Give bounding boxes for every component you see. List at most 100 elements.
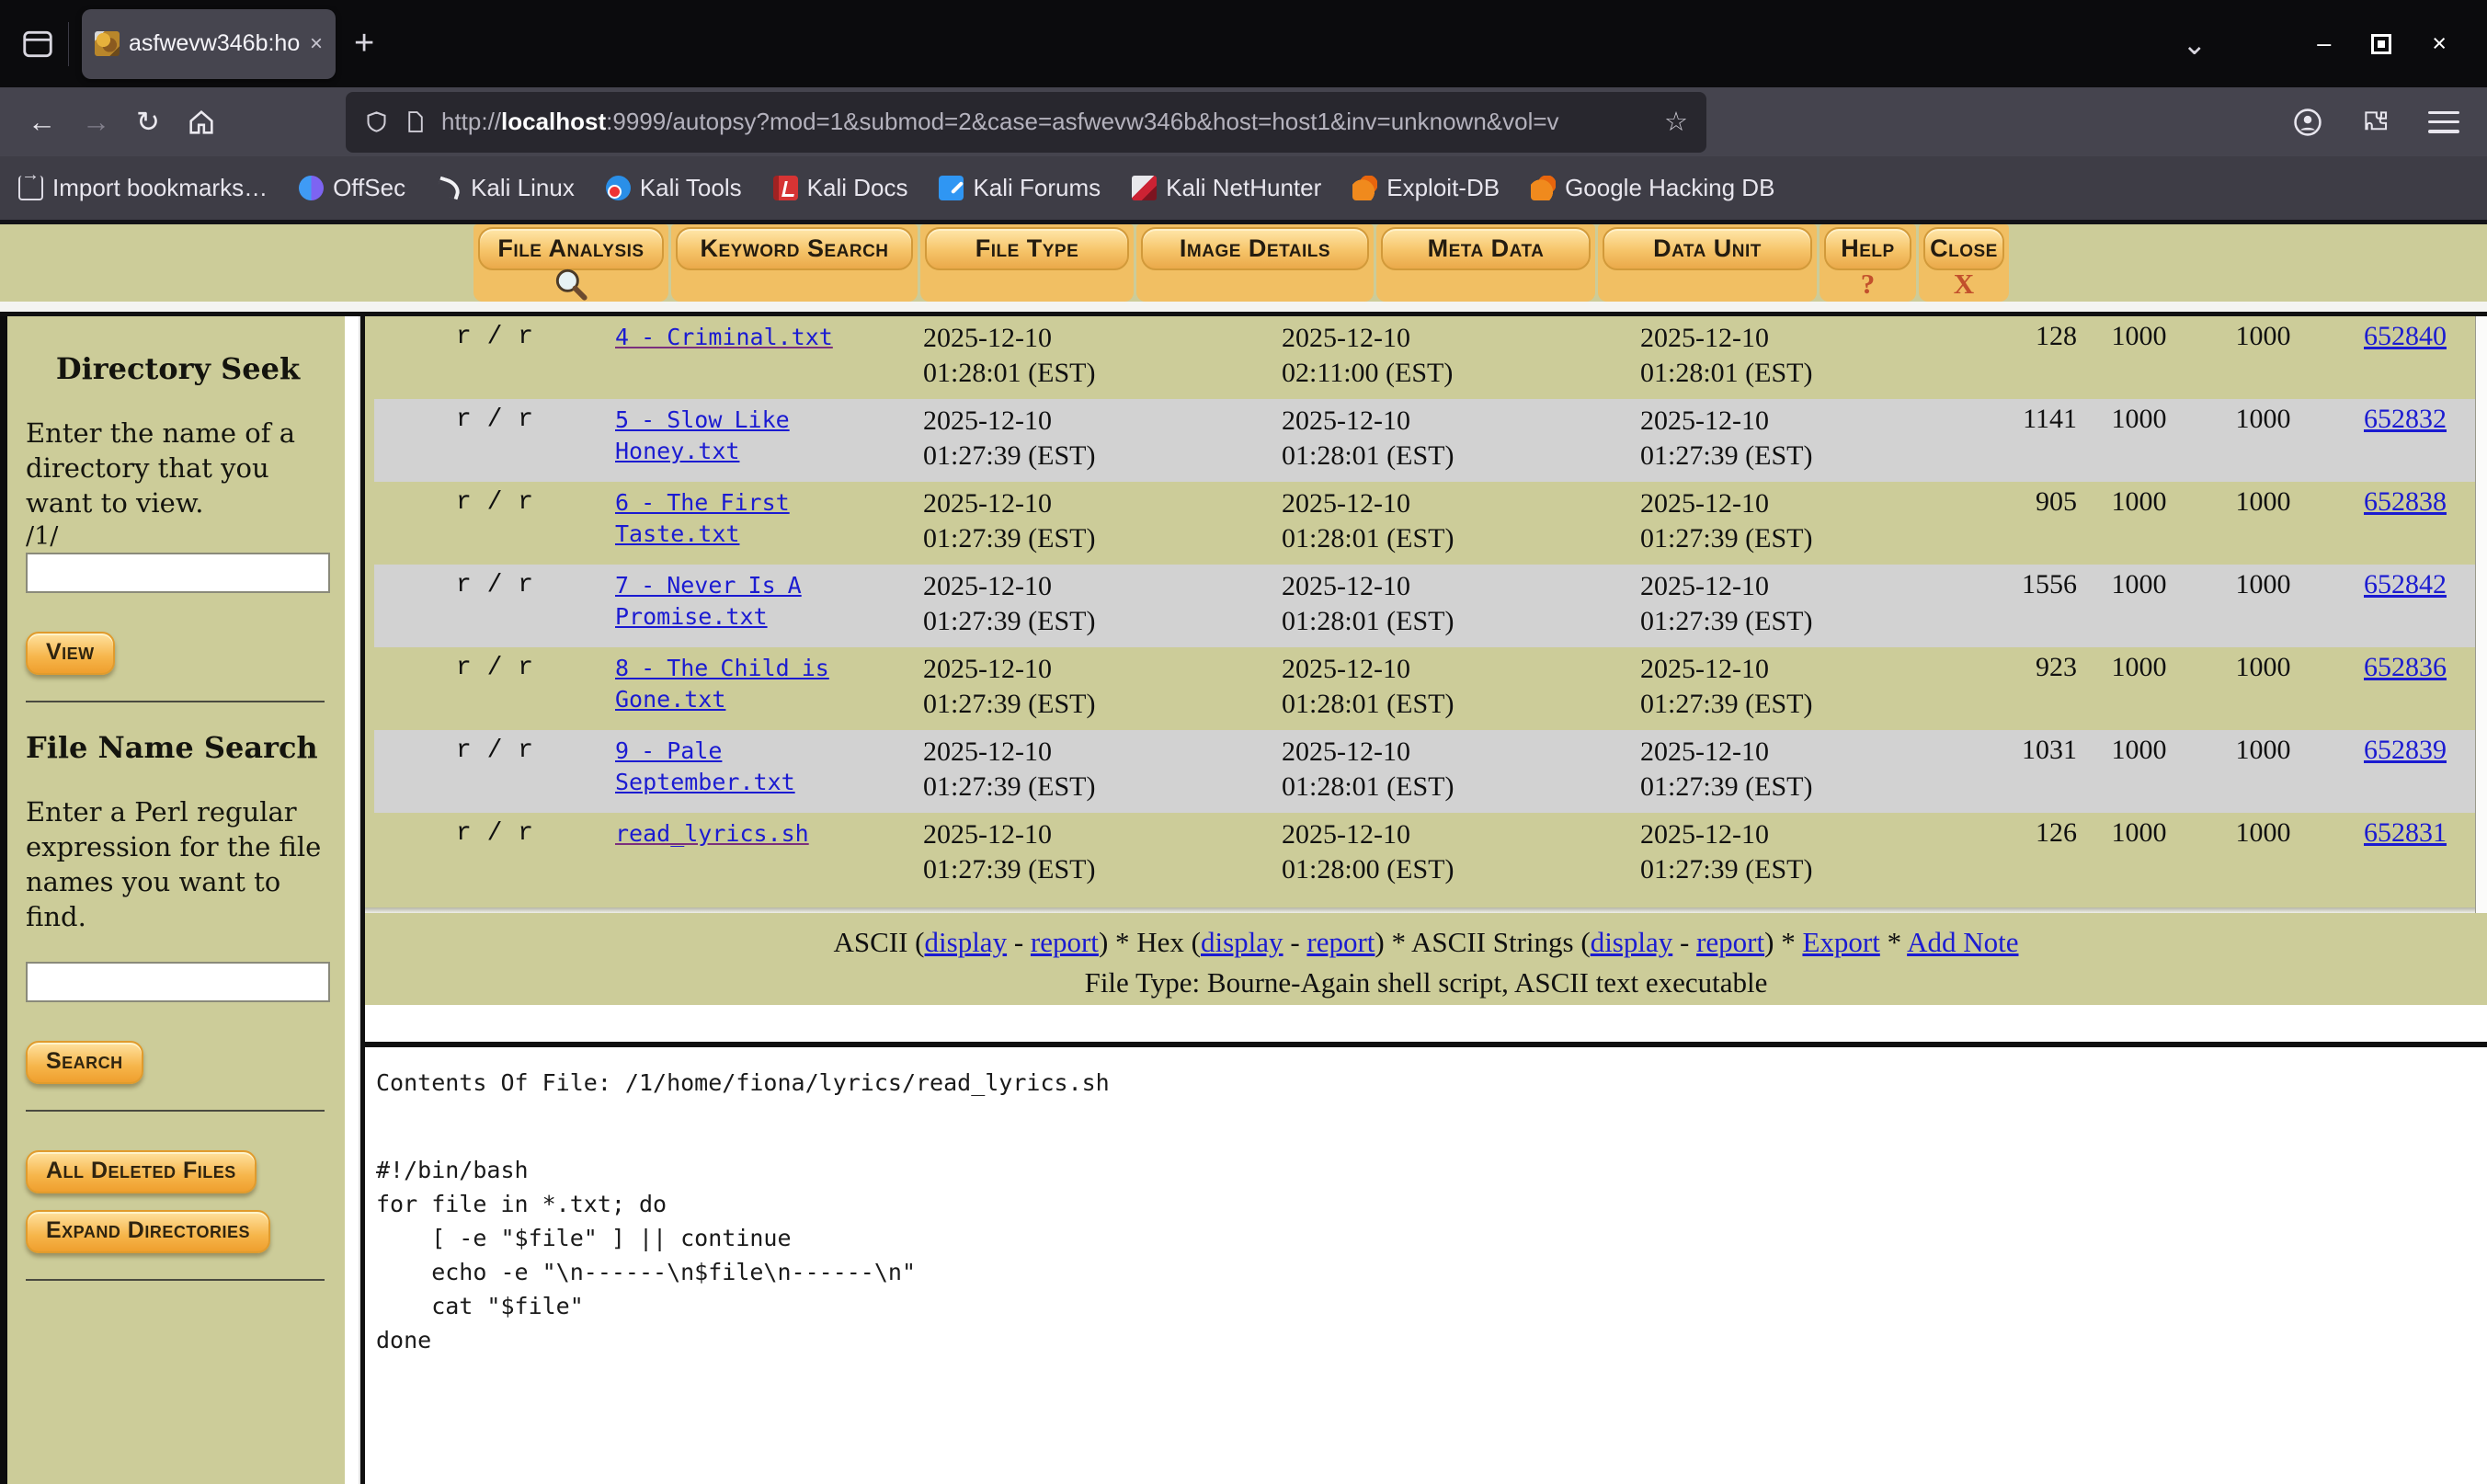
extensions-puzzle-icon[interactable] [2360, 107, 2391, 138]
url-bar[interactable]: http://localhost:9999/autopsy?mod=1&subm… [346, 92, 1706, 153]
tab-close-icon[interactable]: × [310, 31, 323, 57]
meta-address-link[interactable]: 652840 [2364, 321, 2447, 351]
bookmarks-bar: Import bookmarks… OffSec Kali Linux Kali… [0, 156, 2487, 224]
bookmark-item[interactable]: Kali Docs [773, 174, 908, 202]
code-line: for file in *.txt; do [376, 1187, 2487, 1221]
autopsy-tab-label[interactable]: Keyword Search [676, 227, 913, 270]
bookmark-item[interactable]: Kali Linux [437, 174, 575, 202]
bookmark-item[interactable]: Kali Forums [939, 174, 1101, 202]
autopsy-tab-file-analysis[interactable]: File Analysis [473, 224, 668, 302]
view-button[interactable]: View [26, 632, 115, 675]
autopsy-tab-label[interactable]: File Type [925, 227, 1129, 270]
written-date: 2025-12-1001:27:39 (EST) [882, 817, 1240, 896]
file-name-link[interactable]: 7 - Never Is A Promise.txt [615, 572, 802, 630]
file-name-link[interactable]: 8 - The Child is Gone.txt [615, 655, 829, 713]
meta-address-link[interactable]: 652832 [2364, 404, 2447, 434]
file-name-link[interactable]: read_lyrics.sh [615, 820, 809, 847]
back-button[interactable]: ← [28, 106, 56, 139]
hex-display-link[interactable]: display [1201, 926, 1283, 958]
search-button[interactable]: Search [26, 1041, 143, 1084]
autopsy-tab-close[interactable]: Close X [1919, 224, 2009, 302]
autopsy-tab-image-details[interactable]: Image Details [1136, 224, 1374, 302]
add-note-link[interactable]: Add Note [1907, 926, 2018, 958]
autopsy-tab-file-type[interactable]: File Type [920, 224, 1134, 302]
file-type-label: File Type: [1085, 966, 1201, 999]
file-name-search-text: Enter a Perl regular expression for the … [26, 794, 330, 934]
meta-address-link[interactable]: 652842 [2364, 569, 2447, 599]
bookmark-item[interactable]: Kali NetHunter [1132, 174, 1321, 202]
directory-path-label: /1/ [26, 522, 330, 551]
bookmark-item[interactable]: Kali Tools [606, 174, 742, 202]
meta-address-link[interactable]: 652836 [2364, 652, 2447, 682]
bookmark-item[interactable]: Exploit-DB [1352, 174, 1500, 202]
file-name-link[interactable]: 9 - Pale September.txt [615, 737, 795, 795]
meta-address-link[interactable]: 652839 [2364, 735, 2447, 765]
autopsy-tab-label[interactable]: Close [1923, 227, 2004, 270]
home-button[interactable] [186, 107, 217, 138]
flame-favicon [1531, 176, 1556, 200]
ascii-strings-display-link[interactable]: display [1591, 926, 1673, 958]
new-tab-button[interactable]: + [354, 24, 374, 63]
bookmark-label: Kali Linux [471, 174, 575, 202]
hex-report-link[interactable]: report [1306, 926, 1375, 958]
page-info-icon[interactable] [404, 110, 427, 133]
file-permissions: r / r [374, 486, 615, 565]
file-actions-band: ASCII (display - report) * Hex (display … [365, 913, 2487, 1005]
directory-input[interactable] [26, 553, 330, 593]
all-deleted-files-button[interactable]: All Deleted Files [26, 1150, 257, 1193]
actions-text: ) [1099, 926, 1108, 958]
autopsy-tab-label[interactable]: Help [1824, 227, 1911, 270]
autopsy-tab-meta-data[interactable]: Meta Data [1376, 224, 1595, 302]
file-gid: 1000 [2201, 817, 2325, 896]
bookmark-star-icon[interactable]: ☆ [1664, 106, 1688, 138]
file-name-search-input[interactable] [26, 962, 330, 1002]
changed-date: 2025-12-1001:27:39 (EST) [1599, 486, 1971, 565]
shield-icon[interactable] [364, 109, 389, 134]
menu-hamburger-icon[interactable] [2428, 111, 2459, 133]
autopsy-tab-label[interactable]: Meta Data [1381, 227, 1591, 270]
changed-date: 2025-12-1001:27:39 (EST) [1599, 735, 1971, 813]
autopsy-tab-label[interactable]: Data Unit [1603, 227, 1812, 270]
meta-address-link[interactable]: 652838 [2364, 486, 2447, 517]
file-name-link[interactable]: 5 - Slow Like Honey.txt [615, 406, 790, 464]
file-size: 126 [1971, 817, 2077, 896]
file-permissions: r / r [374, 321, 615, 399]
code-line: [ -e "$file" ] || continue [376, 1221, 2487, 1255]
window-maximize-button[interactable] [2371, 34, 2391, 54]
bookmark-item[interactable]: Import bookmarks… [18, 174, 268, 202]
active-browser-tab[interactable]: asfwevw346b:host1:vol2 × [82, 9, 336, 79]
bookmark-item[interactable]: Google Hacking DB [1531, 174, 1774, 202]
file-contents-frame: Contents Of File: /1/home/fiona/lyrics/r… [365, 1047, 2487, 1484]
autopsy-tab-help[interactable]: Help ? [1820, 224, 1916, 302]
export-link[interactable]: Export [1802, 926, 1879, 958]
flame-favicon [1352, 176, 1377, 200]
file-uid: 1000 [2077, 735, 2201, 813]
autopsy-tab-keyword-search[interactable]: Keyword Search [671, 224, 918, 302]
autopsy-tab-data-unit[interactable]: Data Unit [1598, 224, 1817, 302]
ascii-report-link[interactable]: report [1031, 926, 1099, 958]
file-uid: 1000 [2077, 486, 2201, 565]
browser-tab-bar: asfwevw346b:host1:vol2 × + ⌄ – × [0, 0, 2487, 87]
ascii-display-link[interactable]: display [925, 926, 1008, 958]
bookmark-item[interactable]: OffSec [299, 174, 405, 202]
autopsy-tab-label[interactable]: Image Details [1141, 227, 1369, 270]
actions-text: ) [1764, 926, 1774, 958]
account-icon[interactable] [2292, 107, 2323, 138]
frame-divider-scrollbar[interactable] [345, 316, 365, 1484]
file-name-link[interactable]: 4 - Criminal.txt [615, 324, 833, 350]
expand-directories-button[interactable]: Expand Directories [26, 1210, 270, 1253]
file-size: 1141 [1971, 404, 2077, 482]
meta-address-link[interactable]: 652831 [2364, 817, 2447, 848]
list-all-tabs-icon[interactable]: ⌄ [2182, 27, 2207, 62]
file-name-link[interactable]: 6 - The First Taste.txt [615, 489, 790, 547]
file-table-scrollbar[interactable] [2475, 316, 2487, 913]
forward-button[interactable]: → [82, 106, 110, 139]
window-minimize-button[interactable]: – [2317, 29, 2331, 58]
reload-button[interactable]: ↻ [136, 106, 160, 139]
bookmark-label: Kali Docs [807, 174, 908, 202]
ascii-strings-report-link[interactable]: report [1696, 926, 1764, 958]
firefox-view-icon[interactable] [20, 27, 55, 62]
file-gid: 1000 [2201, 652, 2325, 730]
url-text[interactable]: http://localhost:9999/autopsy?mod=1&subm… [441, 108, 1649, 136]
window-close-button[interactable]: × [2432, 29, 2447, 58]
